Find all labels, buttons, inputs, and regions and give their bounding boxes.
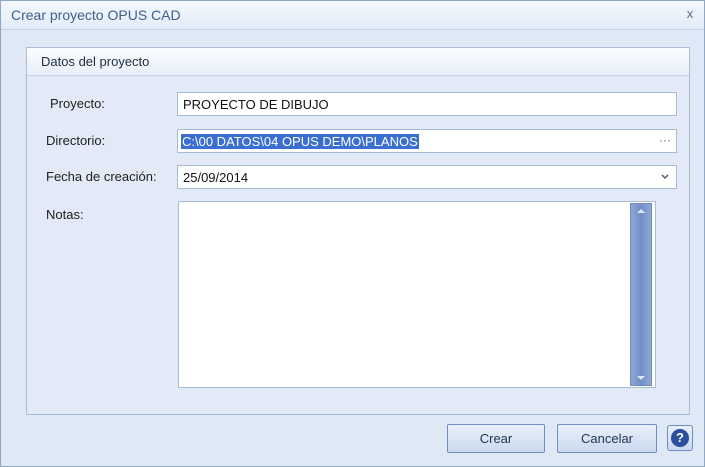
scroll-up-icon[interactable] bbox=[637, 209, 645, 213]
notas-textarea[interactable] bbox=[178, 201, 656, 388]
directorio-input[interactable]: C:\00 DATOS\04 OPUS DEMO\PLANOS ··· bbox=[177, 129, 677, 153]
ellipsis-icon[interactable]: ··· bbox=[656, 132, 674, 150]
chevron-down-icon[interactable] bbox=[656, 168, 674, 186]
fecha-date-picker[interactable]: 25/09/2014 bbox=[177, 165, 677, 189]
directorio-selected-text: C:\00 DATOS\04 OPUS DEMO\PLANOS bbox=[181, 134, 419, 149]
notas-label: Notas: bbox=[46, 207, 84, 222]
project-data-group: Datos del proyecto Proyecto: PROYECTO DE… bbox=[26, 47, 690, 415]
directorio-label: Directorio: bbox=[46, 133, 106, 148]
help-icon: ? bbox=[671, 429, 689, 447]
close-icon[interactable]: x bbox=[682, 6, 698, 22]
scroll-down-icon[interactable] bbox=[637, 376, 645, 380]
window-title: Crear proyecto OPUS CAD bbox=[11, 7, 181, 23]
group-header: Datos del proyecto bbox=[27, 48, 689, 76]
directorio-value: C:\00 DATOS\04 OPUS DEMO\PLANOS bbox=[181, 134, 419, 149]
title-bar[interactable]: Crear proyecto OPUS CAD x bbox=[1, 1, 704, 30]
cancelar-button[interactable]: Cancelar bbox=[557, 424, 657, 453]
group-title: Datos del proyecto bbox=[41, 54, 150, 69]
dialog-window: Crear proyecto OPUS CAD x Datos del proy… bbox=[0, 0, 705, 467]
crear-button[interactable]: Crear bbox=[447, 424, 545, 453]
fecha-value: 25/09/2014 bbox=[183, 170, 249, 185]
notas-scrollbar[interactable] bbox=[630, 203, 652, 386]
proyecto-value: PROYECTO DE DIBUJO bbox=[183, 97, 329, 112]
proyecto-label: Proyecto: bbox=[50, 96, 105, 111]
fecha-label: Fecha de creación: bbox=[46, 169, 157, 184]
help-button[interactable]: ? bbox=[667, 425, 693, 451]
proyecto-input[interactable]: PROYECTO DE DIBUJO bbox=[177, 92, 677, 116]
